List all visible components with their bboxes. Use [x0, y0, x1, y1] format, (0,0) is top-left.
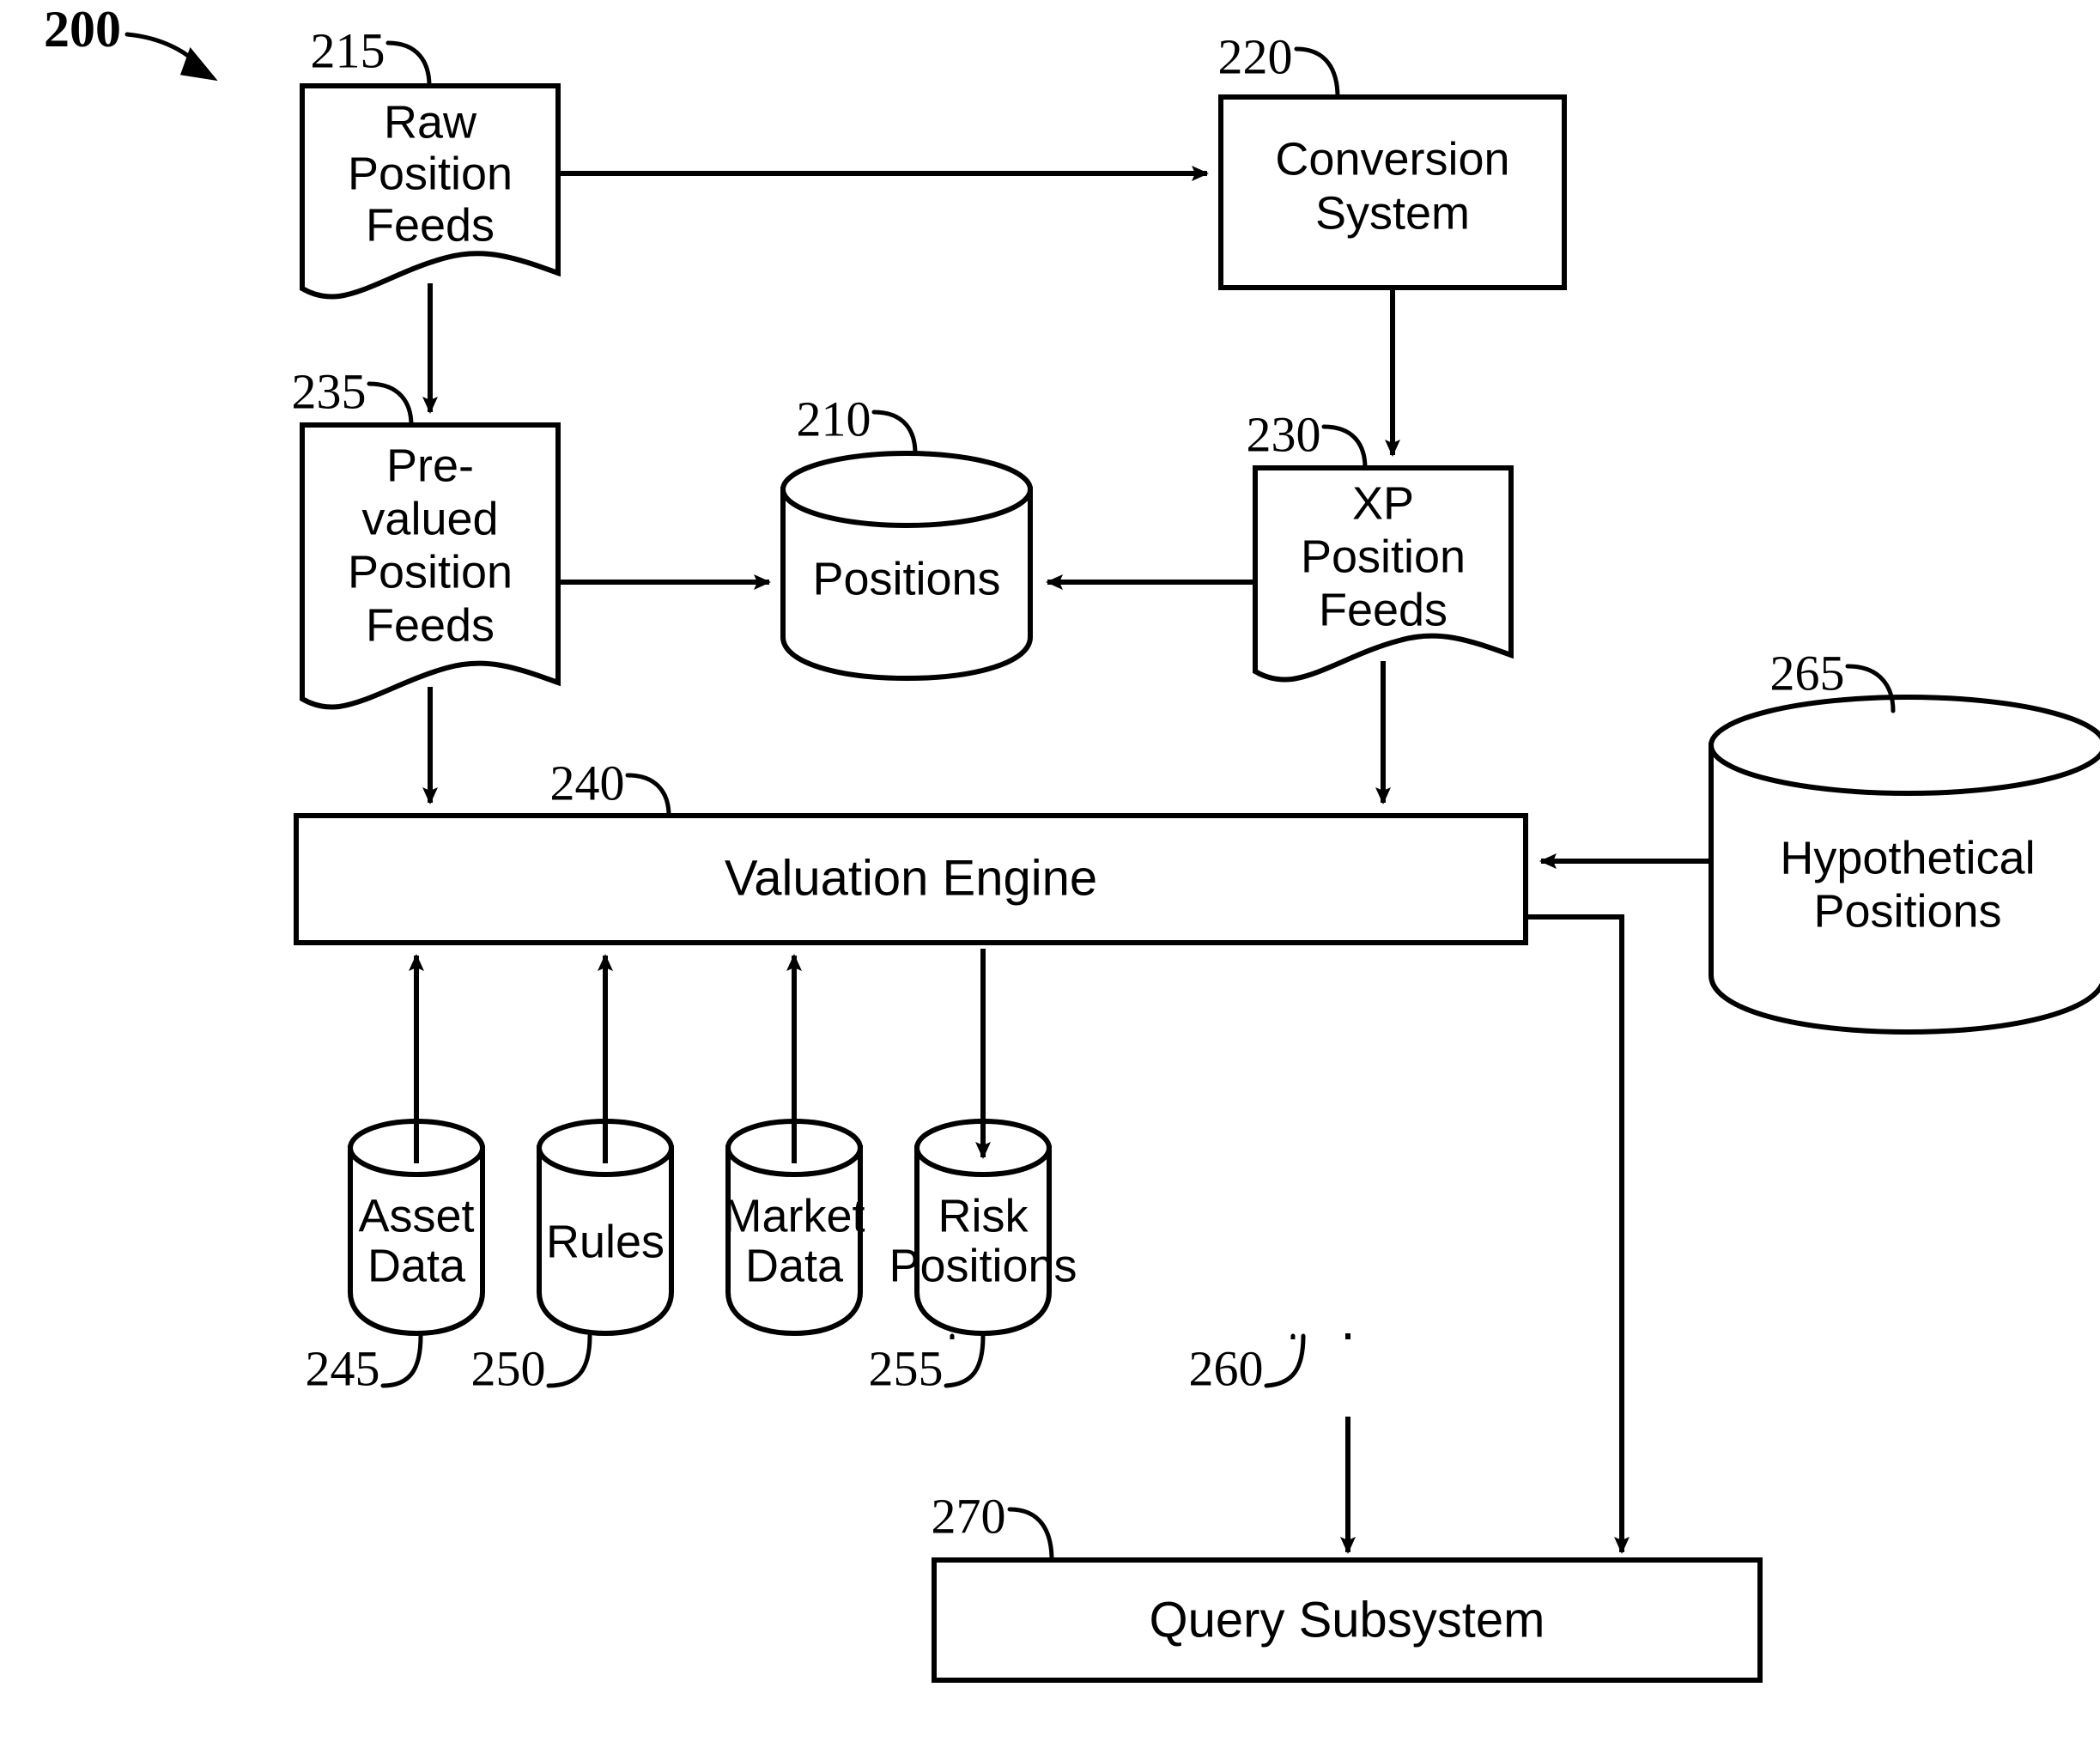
node-valuation-engine[interactable]: Valuation Engine [294, 813, 1528, 945]
ref-number-240: 240 [550, 755, 625, 810]
ref-callout-270: 270 [932, 1488, 1054, 1563]
ref-number-265: 265 [1770, 645, 1845, 701]
ref-callout-255: 255 [853, 1333, 955, 1396]
ref-leader-260 [1253, 1333, 1296, 1388]
conversion-system-label-line-1: Conversion [1275, 133, 1509, 185]
ref-leader-245 [380, 1333, 423, 1388]
ref-callout-220: 220 [1218, 28, 1340, 100]
ref-number-260: 260 [1179, 1340, 1253, 1396]
ref-leader-230 [1321, 424, 1368, 470]
ref-number-250: 250 [471, 1340, 546, 1396]
node-raw-position-feeds[interactable]: Raw Position Feeds [300, 83, 561, 300]
pre-valued-label-line-2: valued [361, 493, 498, 544]
risk-positions-label-line-2: Positions [889, 1240, 1077, 1291]
positions-cylinder-top [780, 451, 1033, 528]
node-pre-valued-position-feeds[interactable]: Pre- valued Position Feeds [300, 422, 561, 710]
ref-number-255: 255 [853, 1340, 928, 1396]
ref-callout-235: 235 [292, 363, 414, 428]
ref-callout-215: 215 [311, 22, 432, 88]
ref-number-270: 270 [932, 1488, 1006, 1544]
pre-valued-label-line-3: Position [348, 546, 513, 598]
node-conversion-system[interactable]: Conversion System [1218, 94, 1567, 290]
node-positions[interactable]: Positions [780, 451, 1033, 682]
ref-leader-255 [928, 1333, 955, 1388]
xp-feeds-label-line-3: Feeds [1319, 584, 1448, 635]
figure-number-callout: 200 [44, 1, 218, 82]
ref-callout-210: 210 [797, 391, 918, 456]
node-xp-position-feeds[interactable]: XP Position Feeds [1253, 465, 1514, 683]
ref-leader-210 [871, 410, 918, 456]
figure-canvas: 200 Raw Position Feeds 215 Conversion Sy… [44, 1, 2100, 1683]
ref-leader-240 [625, 773, 671, 818]
raw-position-feeds-label-line-1: Raw [384, 96, 477, 148]
xp-feeds-label-line-2: Position [1301, 531, 1466, 582]
ref-number-220: 220 [1218, 28, 1293, 84]
ref-callout-250: 250 [471, 1333, 592, 1396]
valuation-engine-label: Valuation Engine [725, 850, 1097, 906]
ref-leader-215 [385, 40, 432, 88]
node-hypothetical-positions[interactable]: Hypothetical Positions [1709, 695, 2100, 1035]
hypothetical-positions-cylinder-top [1709, 695, 2100, 796]
ref-leader-270 [1007, 1507, 1054, 1563]
edge-valuation-to-query-subsystem [1526, 914, 1630, 1554]
asset-data-label-line-2: Data [367, 1240, 466, 1291]
ref-callout-240: 240 [550, 755, 671, 818]
ref-number-245: 245 [306, 1340, 380, 1396]
rules-label: Rules [546, 1216, 665, 1267]
ref-number-235: 235 [292, 363, 367, 419]
market-data-label-line-1: Market [723, 1190, 865, 1241]
ref-leader-235 [367, 381, 414, 428]
hypothetical-positions-label-line-2: Positions [1813, 885, 2001, 937]
conversion-system-label-line-2: System [1315, 187, 1470, 239]
asset-data-label-line-1: Asset [358, 1190, 474, 1241]
pre-valued-label-line-1: Pre- [386, 440, 474, 491]
figure-number: 200 [44, 1, 121, 58]
xp-feeds-label-line-1: XP [1352, 477, 1414, 529]
hypothetical-positions-label-line-1: Hypothetical [1780, 832, 2035, 883]
ref-number-230: 230 [1247, 406, 1321, 462]
raw-position-feeds-label-line-3: Feeds [366, 199, 495, 251]
node-query-subsystem[interactable]: Query Subsystem [932, 1557, 1763, 1683]
ref-callout-260: 260 [1179, 1333, 1296, 1396]
ref-leader-250 [546, 1333, 592, 1388]
raw-position-feeds-label-line-2: Position [348, 148, 513, 199]
pre-valued-label-line-4: Feeds [366, 599, 495, 651]
ref-callout-245: 245 [306, 1333, 423, 1396]
ref-number-210: 210 [797, 391, 871, 446]
query-subsystem-label: Query Subsystem [1150, 1592, 1545, 1648]
risk-positions-label-line-1: Risk [938, 1190, 1029, 1241]
ref-number-215: 215 [311, 22, 385, 78]
market-data-label-line-2: Data [745, 1240, 844, 1291]
ref-callout-230: 230 [1247, 406, 1368, 470]
ref-leader-220 [1294, 46, 1340, 100]
patent-figure-diagram: 200 Raw Position Feeds 215 Conversion Sy… [0, 0, 2100, 1742]
positions-label: Positions [812, 553, 1000, 604]
